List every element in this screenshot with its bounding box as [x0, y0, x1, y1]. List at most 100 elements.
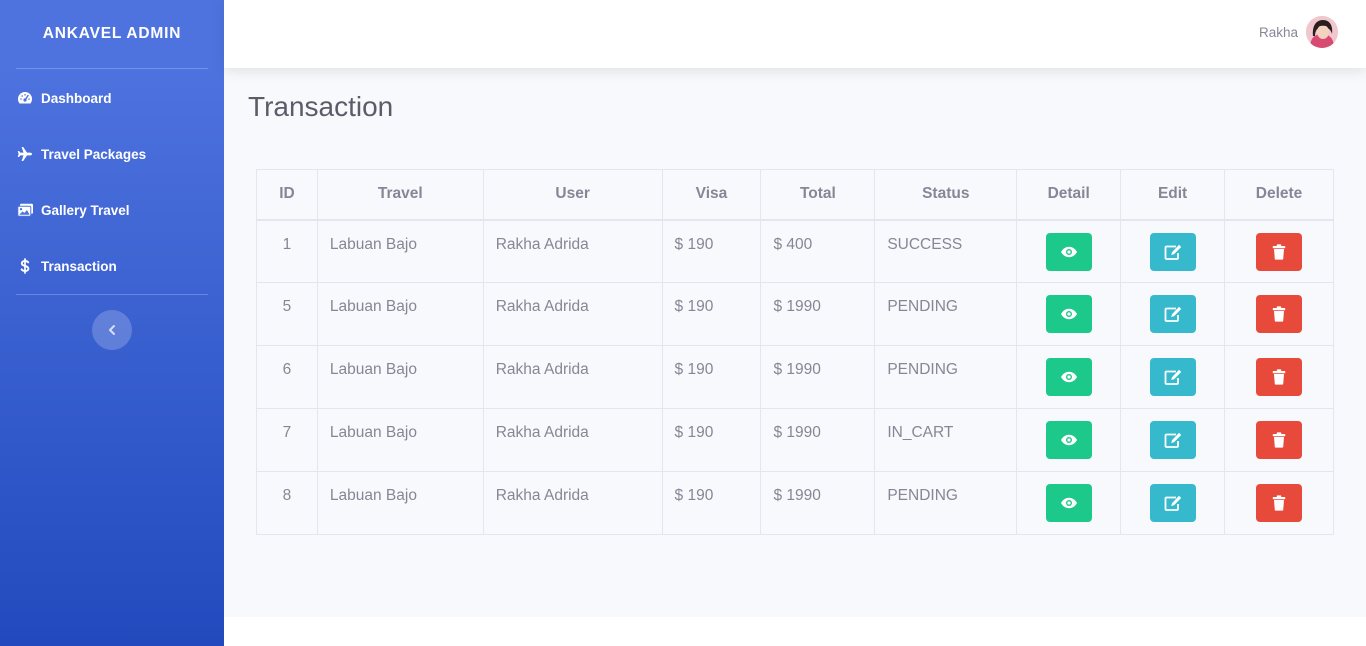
delete-button[interactable] [1256, 232, 1303, 271]
cell-status: IN_CART [874, 408, 1018, 472]
brand-title[interactable]: ANKAVEL ADMIN [0, 0, 224, 68]
cell-id: 7 [256, 408, 318, 472]
dollar-icon [16, 258, 34, 274]
column-header-id: ID [256, 169, 318, 221]
sidebar-item-dashboard[interactable]: Dashboard [0, 70, 224, 126]
page-title: Transaction [248, 91, 394, 122]
sidebar-divider [16, 68, 208, 69]
sidebar-item-transaction[interactable]: Transaction [0, 238, 224, 294]
sidebar-item-gallery-travel[interactable]: Gallery Travel [0, 182, 224, 238]
column-header-travel: Travel [316, 169, 484, 221]
table-row: 6 Labuan Bajo Rakha Adrida $ 190 $ 1990 … [256, 345, 1334, 409]
cell-delete [1224, 219, 1334, 283]
images-icon [16, 202, 34, 218]
tachometer-icon [16, 90, 34, 106]
delete-button[interactable] [1256, 358, 1303, 396]
cell-user: Rakha Adrida [482, 345, 663, 409]
cell-travel: Labuan Bajo [316, 219, 484, 283]
cell-total: $ 1990 [760, 282, 876, 346]
edit-icon [1164, 306, 1181, 322]
trash-icon [1272, 495, 1286, 511]
cell-travel: Labuan Bajo [316, 282, 484, 346]
sidebar-item-travel-packages[interactable]: Travel Packages [0, 126, 224, 182]
cell-edit [1120, 408, 1226, 472]
column-header-edit: Edit [1120, 169, 1226, 221]
edit-button[interactable] [1149, 484, 1196, 522]
table-row: 8 Labuan Bajo Rakha Adrida $ 190 $ 1990 … [256, 471, 1334, 535]
cell-visa: $ 190 [661, 219, 762, 283]
table-row: 1 Labuan Bajo Rakha Adrida $ 190 $ 400 S… [256, 219, 1334, 283]
delete-button[interactable] [1256, 421, 1303, 459]
cell-user: Rakha Adrida [482, 471, 663, 535]
eye-icon [1060, 497, 1077, 509]
cell-travel: Labuan Bajo [316, 408, 484, 472]
detail-button[interactable] [1045, 484, 1092, 522]
trash-icon [1272, 306, 1286, 322]
plane-icon [16, 146, 34, 162]
column-header-user: User [482, 169, 663, 221]
cell-status: PENDING [874, 471, 1018, 535]
detail-button[interactable] [1045, 421, 1092, 459]
detail-button[interactable] [1045, 295, 1092, 333]
sidebar-divider [16, 294, 208, 295]
main-content: Rakha Transaction ID Travel User Visa To… [224, 0, 1366, 617]
edit-button[interactable] [1149, 358, 1196, 396]
chevron-left-icon [109, 325, 115, 335]
delete-button[interactable] [1256, 484, 1303, 522]
cell-travel: Labuan Bajo [316, 471, 484, 535]
cell-id: 6 [256, 345, 318, 409]
edit-icon [1164, 369, 1181, 385]
cell-visa: $ 190 [661, 408, 762, 472]
column-header-total: Total [760, 169, 876, 221]
table-row: 7 Labuan Bajo Rakha Adrida $ 190 $ 1990 … [256, 408, 1334, 472]
user-name: Rakha [1258, 24, 1298, 40]
cell-delete [1224, 471, 1334, 535]
edit-button[interactable] [1149, 232, 1196, 271]
table-row: 5 Labuan Bajo Rakha Adrida $ 190 $ 1990 … [256, 282, 1334, 346]
cell-visa: $ 190 [661, 345, 762, 409]
trash-icon [1272, 369, 1286, 385]
cell-user: Rakha Adrida [482, 282, 663, 346]
column-header-delete: Delete [1224, 169, 1334, 221]
edit-icon [1164, 432, 1181, 448]
sidebar-item-label: Transaction [41, 258, 117, 274]
cell-id: 5 [256, 282, 318, 346]
column-header-status: Status [874, 169, 1018, 221]
table-header-row: ID Travel User Visa Total Status Detail … [256, 169, 1334, 221]
cell-edit [1120, 471, 1226, 535]
eye-icon [1060, 246, 1077, 257]
cell-edit [1120, 345, 1226, 409]
detail-button[interactable] [1045, 358, 1092, 396]
cell-user: Rakha Adrida [482, 408, 663, 472]
cell-detail [1016, 408, 1122, 472]
detail-button[interactable] [1045, 232, 1092, 271]
user-menu[interactable]: Rakha [1259, 16, 1338, 48]
edit-icon [1164, 495, 1181, 511]
cell-edit [1120, 219, 1226, 283]
transaction-table: ID Travel User Visa Total Status Detail … [256, 169, 1334, 535]
cell-detail [1016, 219, 1122, 283]
column-header-visa: Visa [661, 169, 762, 221]
cell-delete [1224, 408, 1334, 472]
sidebar-toggle-button[interactable] [92, 310, 132, 350]
column-header-detail: Detail [1016, 169, 1122, 221]
cell-id: 8 [256, 471, 318, 535]
sidebar-item-label: Dashboard [41, 90, 112, 106]
cell-total: $ 1990 [760, 345, 876, 409]
trash-icon [1272, 432, 1286, 448]
delete-button[interactable] [1256, 295, 1303, 333]
avatar [1306, 16, 1338, 48]
topbar: Rakha [224, 0, 1366, 68]
cell-total: $ 1990 [760, 471, 876, 535]
sidebar-item-label: Gallery Travel [41, 202, 130, 218]
cell-delete [1224, 345, 1334, 409]
edit-icon [1164, 244, 1181, 260]
sidebar-toggle-wrap [0, 310, 224, 350]
cell-status: PENDING [874, 282, 1018, 346]
cell-total: $ 400 [760, 219, 876, 283]
cell-total: $ 1990 [760, 408, 876, 472]
cell-detail [1016, 471, 1122, 535]
trash-icon [1272, 243, 1286, 260]
edit-button[interactable] [1149, 421, 1196, 459]
edit-button[interactable] [1149, 295, 1196, 333]
